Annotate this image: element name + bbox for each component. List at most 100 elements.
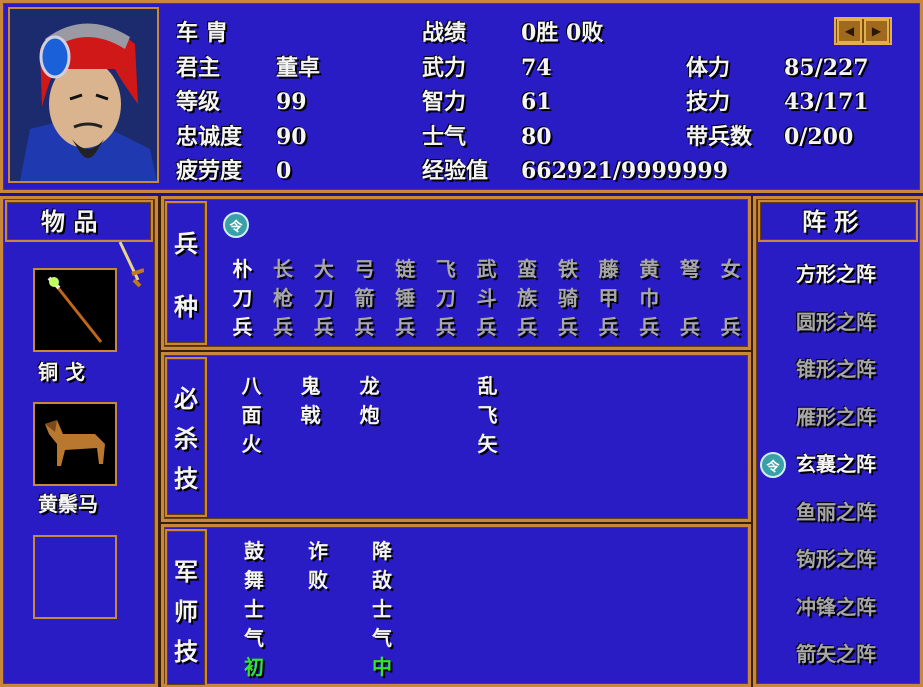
item-slot-2[interactable]	[33, 402, 117, 486]
items-header: 物 品	[5, 200, 153, 242]
item-slot-1[interactable]	[33, 268, 117, 352]
troop-type-char: 巾	[639, 286, 660, 310]
horse-icon	[35, 404, 115, 484]
troop-type-char: 斗	[476, 286, 497, 310]
troop-type-entry[interactable]: 铁骑兵	[548, 259, 589, 346]
item-slot-1-label: 铜 戈	[38, 360, 85, 384]
formation-item[interactable]: 令玄襄之阵	[760, 452, 920, 480]
general-name: 车 胄	[176, 20, 228, 46]
formation-item[interactable]: 箭矢之阵	[762, 644, 920, 670]
troop-type-char: 藤	[598, 257, 619, 281]
special-skill-entry[interactable]: 鬼戟	[281, 376, 340, 463]
strategist-skill-char: 败	[308, 568, 328, 592]
troop-type-entry[interactable]: 链锤兵	[385, 259, 426, 346]
formation-label: 箭矢之阵	[796, 642, 876, 666]
special-skill-char: 鬼	[300, 374, 321, 398]
special-skill-char: 火	[241, 432, 262, 456]
formations-title: 阵 形	[802, 207, 859, 236]
special-skills-title-char: 杀	[174, 423, 198, 453]
prev-general-button[interactable]: ◀	[837, 19, 862, 43]
formation-label: 锥形之阵	[796, 357, 876, 381]
troop-type-char: 兵	[395, 315, 416, 339]
special-skill-entry[interactable]	[399, 376, 458, 463]
troops-label: 带兵数	[686, 124, 753, 150]
strategist-skill-char: 士	[372, 597, 392, 621]
special-skill-entry[interactable]: 乱飞矢	[458, 376, 517, 463]
loyalty-label: 忠诚度	[176, 124, 243, 150]
strategist-skills-title: 军 师 技	[165, 549, 207, 669]
strategist-skill-char: 气	[244, 626, 264, 650]
troop-type-entry[interactable]: 女兵	[710, 259, 751, 346]
troop-type-entry[interactable]: 弓箭兵	[344, 259, 385, 346]
strategist-skill-entry[interactable]: 鼓舞士气初	[222, 541, 286, 686]
spear-icon	[35, 270, 115, 350]
troop-type-char: 甲	[598, 286, 619, 310]
troop-type-char: 兵	[273, 315, 294, 339]
formation-item[interactable]: 冲锋之阵	[762, 597, 920, 623]
formation-item[interactable]: 雁形之阵	[762, 407, 920, 433]
special-skill-entry[interactable]: 龙炮	[340, 376, 399, 463]
items-title: 物 品	[41, 207, 98, 236]
item-slot-2-label: 黄鬃马	[38, 492, 98, 516]
troop-type-entry[interactable]: 藤甲兵	[588, 259, 629, 346]
formation-item[interactable]: 钩形之阵	[762, 549, 920, 575]
formation-item[interactable]: 鱼丽之阵	[762, 502, 920, 528]
formation-item[interactable]: 锥形之阵	[762, 359, 920, 385]
special-skill-char: 炮	[359, 403, 380, 427]
mp-label: 技力	[686, 89, 731, 115]
strategist-skills-title-char: 技	[174, 636, 198, 666]
troop-type-entry[interactable]: 飞刀兵	[425, 259, 466, 346]
formation-item[interactable]: 方形之阵	[762, 264, 920, 290]
lord-value: 董卓	[276, 55, 321, 81]
next-general-button[interactable]: ▶	[864, 19, 889, 43]
troop-type-entry[interactable]: 弩兵	[670, 259, 711, 346]
troop-type-char: 长	[273, 257, 294, 281]
experience-label: 经验值	[422, 158, 489, 184]
troop-command-icon: 令	[223, 212, 249, 238]
fatigue-label: 疲劳度	[176, 158, 243, 184]
strategist-skill-entry[interactable]: 降敌士气中	[350, 541, 414, 686]
item-slot-3[interactable]	[33, 535, 117, 619]
formation-label: 钩形之阵	[796, 547, 876, 571]
troop-type-char: 兵	[354, 315, 375, 339]
lord-label: 君主	[176, 55, 221, 81]
troop-type-entry[interactable]: 大刀兵	[303, 259, 344, 346]
formation-label: 玄襄之阵	[796, 452, 876, 476]
troop-type-entry[interactable]: 朴刀兵	[222, 259, 263, 346]
level-label: 等级	[176, 89, 221, 115]
troop-type-char: 黄	[639, 257, 660, 281]
troop-type-char: 蛮	[517, 257, 538, 281]
troop-type-entry[interactable]: 武斗兵	[466, 259, 507, 346]
special-skills-title-char: 必	[174, 383, 198, 413]
troop-type-char: 箭	[354, 286, 375, 310]
strategist-skill-char: 舞	[244, 568, 264, 592]
troop-type-entry[interactable]: 长枪兵	[263, 259, 304, 346]
troop-type-char: 朴	[232, 257, 253, 281]
troop-type-entry[interactable]: 蛮族兵	[507, 259, 548, 346]
arrow-right-icon: ▶	[871, 24, 882, 38]
strength-label: 武力	[422, 55, 467, 81]
troop-types-title: 兵 种	[165, 210, 207, 336]
strategist-skill-char: 诈	[308, 539, 328, 563]
troop-type-char: 铁	[557, 257, 578, 281]
hp-value: 85/227	[784, 55, 869, 81]
record-value: 0胜 0败	[521, 20, 604, 46]
troop-type-char: 链	[395, 257, 416, 281]
troop-type-entry[interactable]: 黄巾兵	[629, 259, 670, 346]
troop-type-char: 弓	[354, 257, 375, 281]
special-skill-entry[interactable]: 八面火	[222, 376, 281, 463]
troop-type-char: 兵	[476, 315, 497, 339]
strategist-skill-char: 敌	[372, 568, 392, 592]
formation-active-marker-icon: 令	[760, 452, 786, 478]
level-value: 99	[276, 89, 307, 115]
troop-type-char: 枪	[273, 286, 294, 310]
general-portrait	[8, 7, 159, 183]
troop-type-char: 刀	[313, 286, 334, 310]
strategist-skill-entry[interactable]: 诈败	[286, 541, 350, 686]
intelligence-label: 智力	[422, 89, 467, 115]
strategist-skills-title-char: 师	[174, 596, 198, 626]
formation-item[interactable]: 圆形之阵	[762, 312, 920, 338]
formation-label: 方形之阵	[796, 262, 876, 286]
troop-type-char: 兵	[435, 315, 456, 339]
special-skill-char: 乱	[477, 374, 498, 398]
